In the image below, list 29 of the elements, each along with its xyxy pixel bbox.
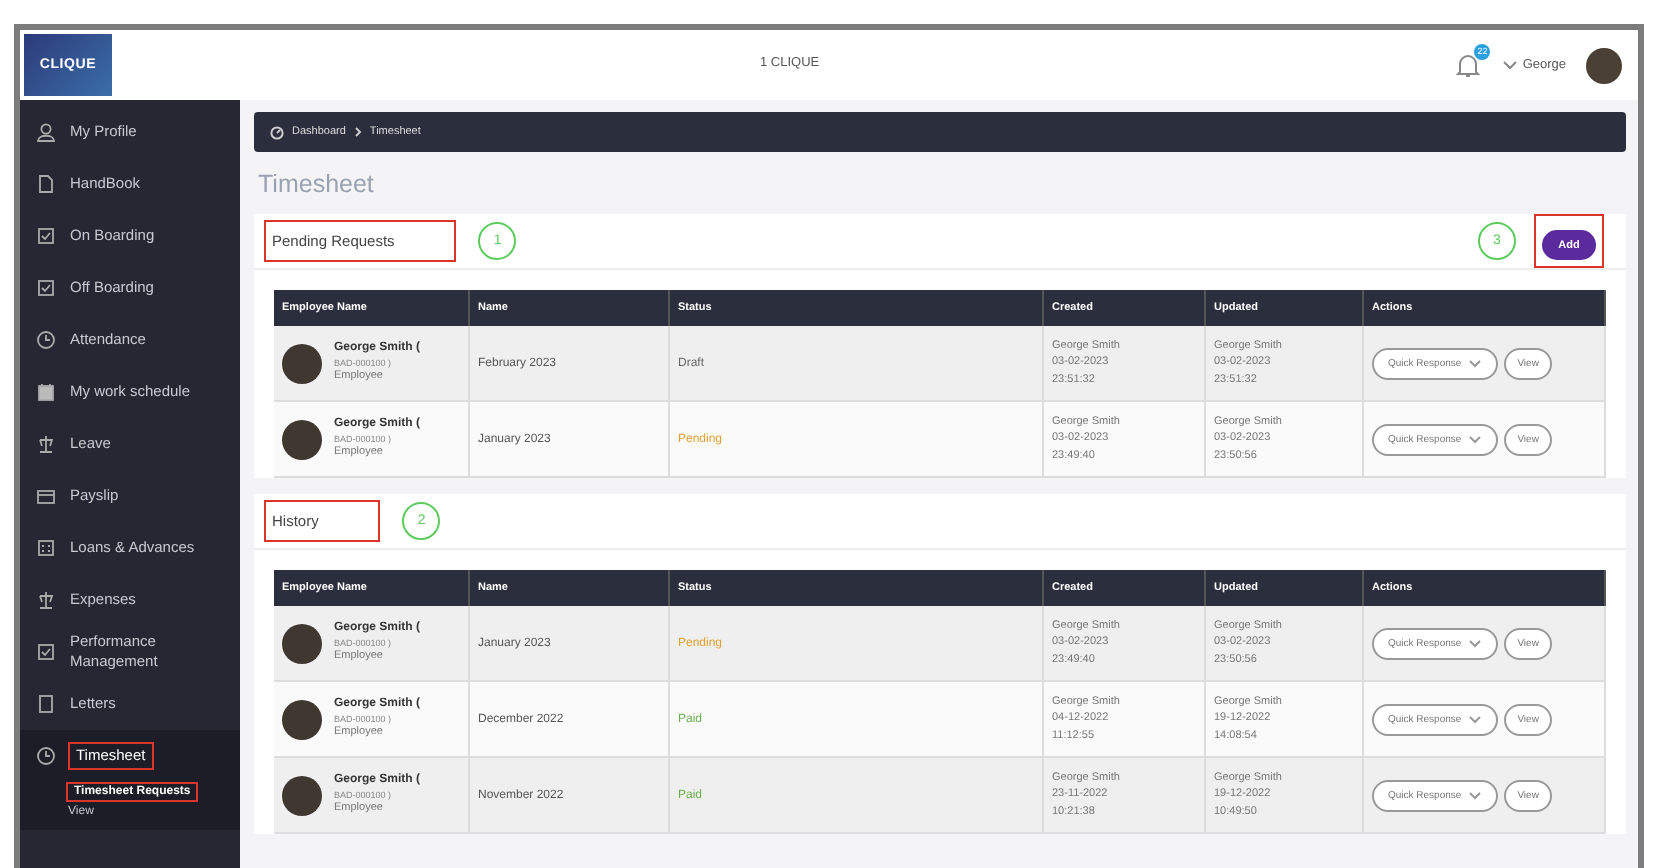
caret-icon [1467,358,1482,368]
avatar [282,775,322,815]
avatar [282,699,322,739]
avatar[interactable] [1586,47,1622,83]
person-icon [36,122,56,142]
avatar [282,623,322,663]
calculator-icon [36,538,56,558]
checkbox-icon [36,226,56,246]
caret-icon [1467,790,1482,800]
document-icon [36,174,56,194]
clock-icon [36,330,56,350]
chevron-icon [353,126,362,138]
checkbox-icon [36,278,56,298]
avatar [282,419,322,459]
caret-icon [1467,638,1482,648]
rectangle-icon [36,694,56,714]
calendar-icon [36,382,56,402]
caret-icon [1502,58,1519,72]
caret-icon [1467,434,1482,444]
checkbox-icon [36,642,56,662]
wallet-icon [36,486,56,506]
scale-icon [36,590,56,610]
avatar [282,343,322,383]
clock-icon [36,746,56,766]
bell-icon [1454,49,1483,77]
page-title: Timesheet [258,170,376,198]
caret-icon [1467,714,1482,724]
scale-icon [36,434,56,454]
dashboard-icon [270,125,284,139]
